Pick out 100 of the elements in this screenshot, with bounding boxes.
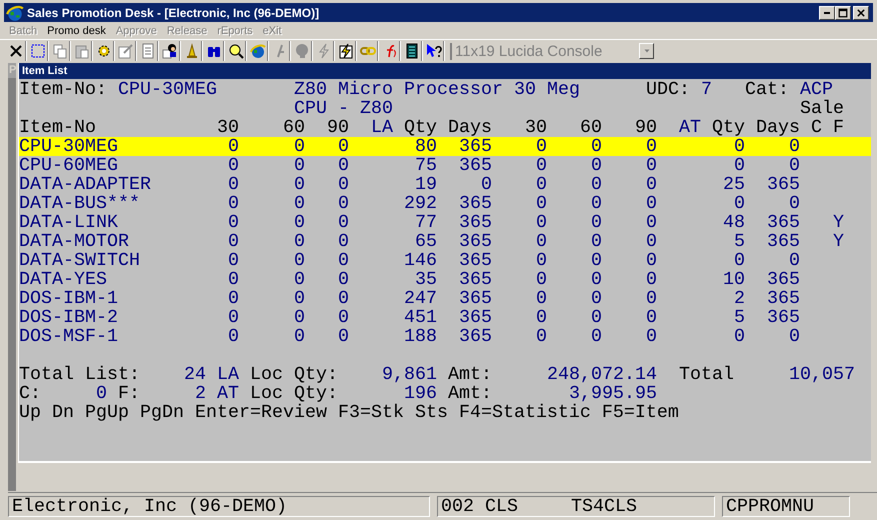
table-cell-text: 0	[645, 251, 657, 270]
close-icon[interactable]	[8, 43, 24, 59]
table-row[interactable]: DATA-BUS*** 0 0 0 292 365 0 0 0 0 0	[19, 194, 871, 213]
table-cell-text: 247	[403, 289, 437, 308]
field-label: Sale	[800, 99, 844, 118]
table-cell-text: DOS-MSF-1	[19, 327, 119, 346]
table-cell-text: 0	[590, 270, 602, 289]
table-cell-text: 0	[645, 289, 657, 308]
table-cell-text: 365	[458, 213, 492, 232]
total-value: 2	[194, 384, 206, 403]
table-cell-text: 0	[337, 251, 349, 270]
window-title: Sales Promotion Desk - [Electronic, Inc (96-DEMO)]	[27, 6, 320, 20]
table-row[interactable]: DATA-LINK 0 0 0 77 365 0 0 0 48 365 Y	[19, 213, 871, 232]
table-row[interactable]: DATA-MOTOR 0 0 0 65 365 0 0 0 5 365 Y	[19, 232, 871, 251]
column-header: 90	[634, 118, 657, 137]
table-cell-text: 0	[535, 289, 547, 308]
field-value: CPU-30MEG	[118, 80, 218, 99]
table-cell-text: DOS-IBM-1	[19, 289, 119, 308]
table-cell-text: 80	[414, 137, 437, 156]
calculator-icon[interactable]	[404, 43, 420, 59]
table-cell-text: 0	[293, 213, 305, 232]
selection-rectangle-icon[interactable]	[30, 43, 46, 59]
table-cell-text: 0	[227, 289, 239, 308]
table-row[interactable]: DATA-YES 0 0 0 35 365 0 0 0 10 365	[19, 270, 871, 289]
column-header: Item-No	[19, 118, 97, 137]
column-header: 60	[282, 118, 305, 137]
status-text: CPPROMNU	[726, 497, 814, 516]
table-cell-text: 0	[535, 251, 547, 270]
table-cell-text: 0	[535, 194, 547, 213]
menu-item[interactable]: Promo desk	[42, 24, 111, 36]
copy-icon[interactable]	[52, 43, 68, 59]
table-cell-text: 0	[645, 308, 657, 327]
table-cell-text: 0	[227, 270, 239, 289]
table-cell-text: CPU-60MEG	[19, 156, 119, 175]
globe-icon[interactable]	[250, 43, 266, 59]
table-row[interactable]: DATA-SWITCH 0 0 0 146 365 0 0 0 0 0	[19, 251, 871, 270]
table-cell-text: 0	[645, 270, 657, 289]
table-row[interactable]: DOS-MSF-1 0 0 0 188 365 0 0 0 0 0	[19, 327, 871, 346]
total-value: LA	[217, 365, 239, 384]
table-cell-text: 10	[722, 270, 745, 289]
table-cell-text: 365	[766, 213, 800, 232]
total-value: 24	[183, 365, 206, 384]
clipboard-icon[interactable]	[74, 43, 90, 59]
table-cell-text: 292	[403, 194, 437, 213]
table-cell-text: 0	[535, 156, 547, 175]
table-cell-text: 19	[414, 175, 437, 194]
magnifier-icon[interactable]	[228, 43, 244, 59]
table-cell-text: 0	[590, 137, 602, 156]
column-header: 60	[579, 118, 602, 137]
maximize-button[interactable]	[835, 6, 851, 20]
table-cell-text: 0	[227, 137, 239, 156]
column-header: 30	[216, 118, 239, 137]
column-header: LA	[370, 118, 393, 137]
field-label: C:	[19, 384, 41, 403]
table-cell-text: 365	[766, 289, 800, 308]
table-cell-text: 0	[337, 289, 349, 308]
table-cell-text: 0	[535, 213, 547, 232]
table-cell-text: 0	[733, 251, 745, 270]
table-cell-text: 0	[227, 194, 239, 213]
table-row[interactable]: DOS-IBM-2 0 0 0 451 365 0 0 0 5 365	[19, 308, 871, 327]
document-icon[interactable]	[140, 43, 156, 59]
table-cell-text: 365	[766, 308, 800, 327]
table-cell-text: 146	[403, 251, 437, 270]
table-cell-text: 0	[590, 251, 602, 270]
total-value: 9,861	[381, 365, 437, 384]
table-cell-text: 0	[788, 156, 800, 175]
table-cell-text: DATA-YES	[19, 270, 108, 289]
maximize-icon	[838, 8, 848, 18]
field-value: ACP	[800, 80, 833, 99]
table-cell-text: 5	[733, 232, 745, 251]
table-cell-text: 0	[293, 232, 305, 251]
table-cell-text: 365	[458, 194, 492, 213]
close-button[interactable]	[853, 6, 869, 20]
table-cell-text: 0	[733, 327, 745, 346]
table-cell-text: 0	[733, 137, 745, 156]
table-cell-text: Y	[832, 213, 844, 232]
table-cell-text: 0	[337, 308, 349, 327]
status-text: 002 CLS	[441, 497, 518, 516]
field-label: Cat:	[745, 80, 789, 99]
table-cell-text: 48	[722, 213, 745, 232]
table-cell-text: DATA-BUS***	[19, 194, 141, 213]
table-cell-text: CPU-30MEG	[19, 137, 119, 156]
table-cell-text: 0	[733, 156, 745, 175]
minimize-button[interactable]	[819, 6, 835, 20]
person-document-icon[interactable]	[162, 43, 178, 59]
table-cell-text: 0	[227, 156, 239, 175]
table-cell-text: 365	[458, 137, 492, 156]
gear-icon[interactable]	[96, 43, 112, 59]
table-cell-text: 0	[293, 270, 305, 289]
table-cell-text: 365	[766, 232, 800, 251]
properties-icon[interactable]	[118, 43, 134, 59]
lightning-document-icon[interactable]	[338, 43, 354, 59]
pointer-help-icon[interactable]	[426, 43, 442, 59]
column-header: AT	[678, 118, 701, 137]
field-label: Amt:	[448, 365, 492, 384]
table-row[interactable]: DOS-IBM-1 0 0 0 247 365 0 0 0 2 365	[19, 289, 871, 308]
table-row[interactable]: CPU-30MEG 0 0 0 80 365 0 0 0 0 0	[19, 137, 871, 156]
table-row[interactable]: DATA-ADAPTER 0 0 0 19 0 0 0 0 25 365	[19, 175, 871, 194]
table-cell-text: 0	[337, 327, 349, 346]
table-row[interactable]: CPU-60MEG 0 0 0 75 365 0 0 0 0 0	[19, 156, 871, 175]
